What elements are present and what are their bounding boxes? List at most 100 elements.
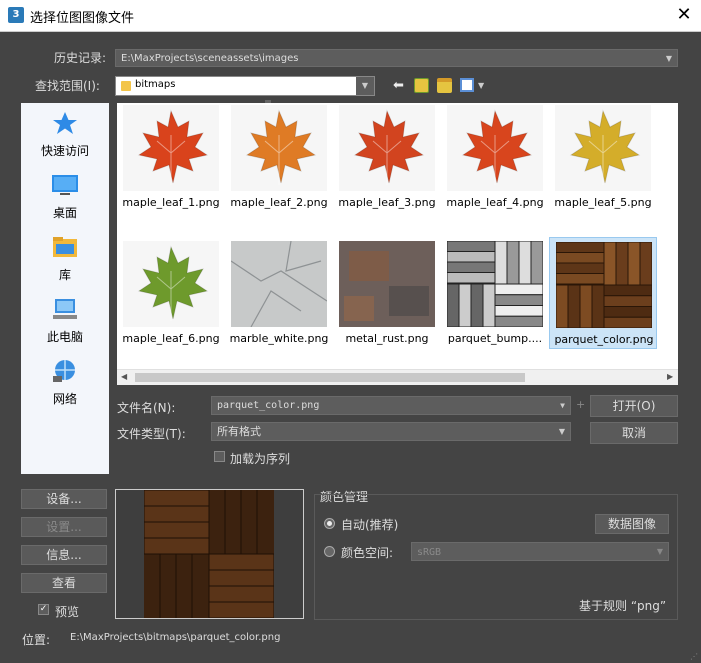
file-name: maple_leaf_5.png <box>554 196 652 209</box>
place-this-pc[interactable]: 此电脑 <box>21 297 109 345</box>
file-name: marble_white.png <box>229 332 329 345</box>
info-button[interactable]: 信息... <box>21 545 107 565</box>
place-desktop[interactable]: 桌面 <box>21 173 109 221</box>
place-label: 此电脑 <box>46 330 83 344</box>
place-label: 网络 <box>52 392 77 406</box>
file-thumbnail <box>123 105 219 191</box>
color-space-radio[interactable] <box>324 546 335 557</box>
auto-radio[interactable] <box>324 518 335 529</box>
color-space-label: 颜色空间: <box>341 546 394 560</box>
file-thumbnail <box>446 240 544 328</box>
scroll-left-icon[interactable]: ◀ <box>121 372 127 381</box>
places-sidebar: 快速访问 桌面 库 此电脑 网络 <box>21 103 109 474</box>
close-icon[interactable]: ✕ <box>672 3 696 27</box>
file-thumbnail <box>230 240 328 328</box>
lookin-value: bitmaps <box>135 79 176 90</box>
file-thumbnail <box>231 105 327 191</box>
lookin-label: 查找范围(I): <box>35 79 100 93</box>
open-button[interactable]: 打开(O) <box>590 395 678 417</box>
place-network[interactable]: 网络 <box>21 359 109 407</box>
window-title: 选择位图图像文件 <box>30 11 135 26</box>
filename-label: 文件名(N): <box>117 401 176 415</box>
file-item[interactable]: parquet_bump.... <box>441 240 549 349</box>
file-name: parquet_color.png <box>554 333 654 346</box>
filename-value: parquet_color.png <box>217 400 320 411</box>
chevron-down-icon: ▼ <box>656 547 663 556</box>
file-name: maple_leaf_6.png <box>122 332 220 345</box>
color-space-select[interactable]: sRGB ▼ <box>411 542 669 561</box>
location-label: 位置: <box>22 633 51 647</box>
file-item[interactable]: maple_leaf_5.png <box>549 105 657 213</box>
up-folder-icon[interactable] <box>414 78 429 93</box>
parquet-preview-image <box>144 490 274 618</box>
file-thumbnail <box>447 105 543 191</box>
chevron-down-icon: ▼ <box>356 77 374 95</box>
chevron-down-icon: ▼ <box>665 54 672 63</box>
history-value: E:\MaxProjects\sceneassets\images <box>121 53 299 64</box>
history-label: 历史记录: <box>54 51 107 65</box>
library-icon <box>53 237 77 257</box>
file-item[interactable]: maple_leaf_6.png <box>117 241 225 349</box>
file-name: parquet_bump.... <box>447 332 543 345</box>
file-item[interactable]: maple_leaf_3.png <box>333 105 441 213</box>
preview-label: 预览 <box>55 605 80 619</box>
chevron-down-icon: ▼ <box>560 401 565 410</box>
file-item[interactable]: parquet_color.png <box>549 237 657 349</box>
auto-label: 自动(推荐) <box>341 518 399 532</box>
scroll-thumb[interactable] <box>135 373 525 382</box>
data-image-button[interactable]: 数据图像 <box>595 514 669 534</box>
file-name: maple_leaf_1.png <box>122 196 220 209</box>
view-button[interactable]: 查看 <box>21 573 107 593</box>
file-thumbnail <box>555 105 651 191</box>
file-name: maple_leaf_4.png <box>446 196 544 209</box>
color-space-value: sRGB <box>417 547 442 558</box>
file-thumbnail <box>339 105 435 191</box>
file-thumbnail <box>555 241 653 329</box>
setup-button[interactable]: 设备... <box>21 489 107 509</box>
settings-button[interactable]: 设置... <box>21 517 107 537</box>
back-arrow-icon[interactable]: ⬅ <box>393 78 404 93</box>
resize-grip-icon[interactable]: ⋰ <box>690 652 698 661</box>
plus-icon[interactable]: + <box>576 398 585 411</box>
filetype-label: 文件类型(T): <box>117 427 186 441</box>
image-preview <box>115 489 304 619</box>
view-menu-chevron-icon[interactable]: ▼ <box>478 81 484 90</box>
desktop-icon <box>52 175 78 195</box>
file-name: maple_leaf_3.png <box>338 196 436 209</box>
file-item[interactable]: maple_leaf_2.png <box>225 105 333 213</box>
file-thumbnail <box>339 241 435 327</box>
title-bar: 3 选择位图图像文件 ✕ <box>0 0 701 32</box>
computer-icon <box>53 299 77 319</box>
filetype-select[interactable]: 所有格式 ▼ <box>211 422 571 441</box>
file-item[interactable]: metal_rust.png <box>333 241 441 349</box>
place-library[interactable]: 库 <box>21 235 109 283</box>
cancel-button[interactable]: 取消 <box>590 422 678 444</box>
place-label: 桌面 <box>52 206 77 220</box>
preview-checkbox[interactable]: ✓ <box>38 604 49 615</box>
scroll-right-icon[interactable]: ▶ <box>667 372 673 381</box>
chevron-down-icon: ▼ <box>558 427 565 436</box>
place-quick-access[interactable]: 快速访问 <box>21 111 109 159</box>
view-menu-icon[interactable] <box>460 78 474 92</box>
lookin-combo[interactable]: bitmaps ▼ <box>115 76 375 96</box>
history-combo[interactable]: E:\MaxProjects\sceneassets\images ▼ <box>115 49 678 67</box>
filename-input[interactable]: parquet_color.png ▼ <box>211 396 571 415</box>
location-value: E:\MaxProjects\bitmaps\parquet_color.png <box>70 632 281 643</box>
horizontal-scrollbar[interactable]: ◀ ▶ <box>117 369 678 385</box>
place-label: 库 <box>58 268 71 282</box>
filetype-value: 所有格式 <box>217 425 261 438</box>
new-folder-icon[interactable] <box>437 78 452 93</box>
app-icon: 3 <box>8 7 24 23</box>
folder-icon <box>121 81 131 91</box>
file-list[interactable]: maple_leaf_1.png maple_leaf_2.png maple_le… <box>117 100 678 384</box>
rule-text: 基于规则 “png” <box>579 599 667 613</box>
file-item[interactable]: marble_white.png <box>225 240 333 349</box>
file-item[interactable]: maple_leaf_1.png <box>117 105 225 213</box>
sequence-checkbox[interactable] <box>214 451 225 462</box>
resize-marker <box>265 100 271 103</box>
file-name: maple_leaf_2.png <box>230 196 328 209</box>
star-icon <box>53 112 77 134</box>
file-item[interactable]: maple_leaf_4.png <box>441 105 549 213</box>
place-label: 快速访问 <box>40 144 89 158</box>
sequence-label: 加载为序列 <box>230 452 291 466</box>
